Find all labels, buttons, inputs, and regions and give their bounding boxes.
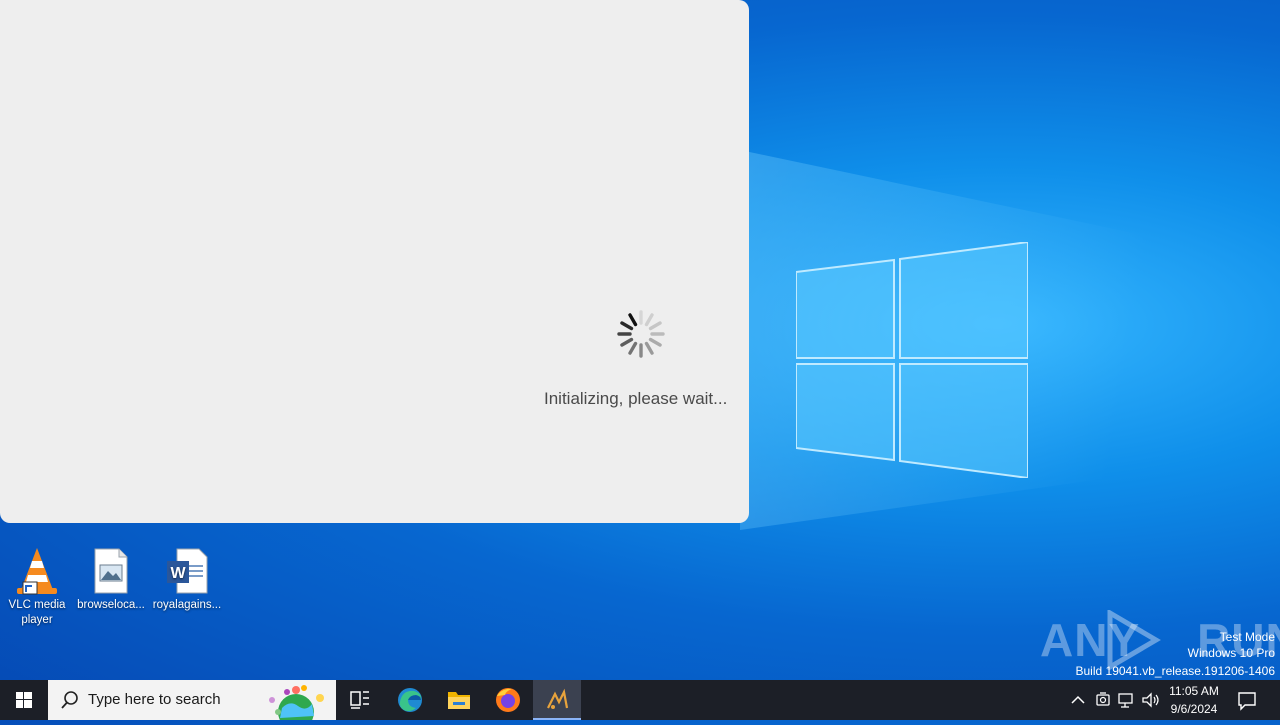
- file-explorer-icon: [448, 692, 470, 709]
- taskbar-active-app-button[interactable]: [533, 680, 581, 720]
- windows-start-icon: [16, 692, 32, 708]
- loading-dialog: Initializing, please wait...: [0, 0, 749, 523]
- taskbar-search-box[interactable]: Type here to search: [48, 680, 336, 720]
- search-placeholder: Type here to search: [88, 691, 221, 708]
- taskbar: Type here to search 11:05 AM 9/6/2024: [0, 680, 1280, 720]
- clock-date[interactable]: 9/6/2024: [1164, 702, 1224, 716]
- action-center-icon[interactable]: [1236, 689, 1258, 711]
- desktop-icon-browseloca[interactable]: browseloca...: [74, 546, 148, 613]
- show-hidden-icons-chevron-icon[interactable]: [1068, 692, 1088, 708]
- desktop-icon-label: VLC media: [8, 599, 66, 611]
- windows-edition-text: Windows 10 Pro: [1187, 646, 1275, 660]
- clock-time[interactable]: 11:05 AM: [1164, 684, 1224, 698]
- active-app-icon: [547, 688, 569, 709]
- taskbar-edge-button[interactable]: [386, 680, 434, 720]
- word-document-icon: W: [163, 546, 211, 596]
- image-file-icon: [87, 546, 135, 596]
- task-view-icon: [350, 691, 369, 709]
- start-button[interactable]: [0, 680, 48, 720]
- search-highlight-globe-icon: [269, 685, 324, 720]
- windows-logo-wallpaper: [796, 242, 1028, 478]
- vlc-cone-icon: [13, 546, 61, 596]
- search-icon: [61, 691, 78, 709]
- build-text: Build 19041.vb_release.191206-1406: [1075, 664, 1276, 678]
- desktop-icon-vlc[interactable]: VLC media player: [0, 546, 74, 628]
- task-view-button[interactable]: [336, 680, 384, 720]
- svg-text:W: W: [170, 565, 186, 582]
- taskbar-firefox-button[interactable]: [484, 680, 532, 720]
- desktop-icon-label: browseloca...: [77, 599, 145, 611]
- initializing-status-text: Initializing, please wait...: [544, 389, 728, 408]
- desktop-icon-royalagains[interactable]: W royalagains...: [150, 546, 224, 613]
- volume-icon[interactable]: [1141, 691, 1161, 709]
- network-icon[interactable]: [1117, 691, 1137, 709]
- desktop-icon-label-line2: player: [21, 614, 53, 626]
- test-mode-text: Test Mode: [1219, 630, 1275, 644]
- tray-device-icon[interactable]: [1094, 691, 1112, 709]
- desktop-icon-label: royalagains...: [152, 599, 222, 611]
- firefox-icon: [496, 688, 520, 712]
- loading-spinner-icon: [617, 310, 665, 358]
- taskbar-file-explorer-button[interactable]: [435, 680, 483, 720]
- edge-icon: [398, 688, 422, 712]
